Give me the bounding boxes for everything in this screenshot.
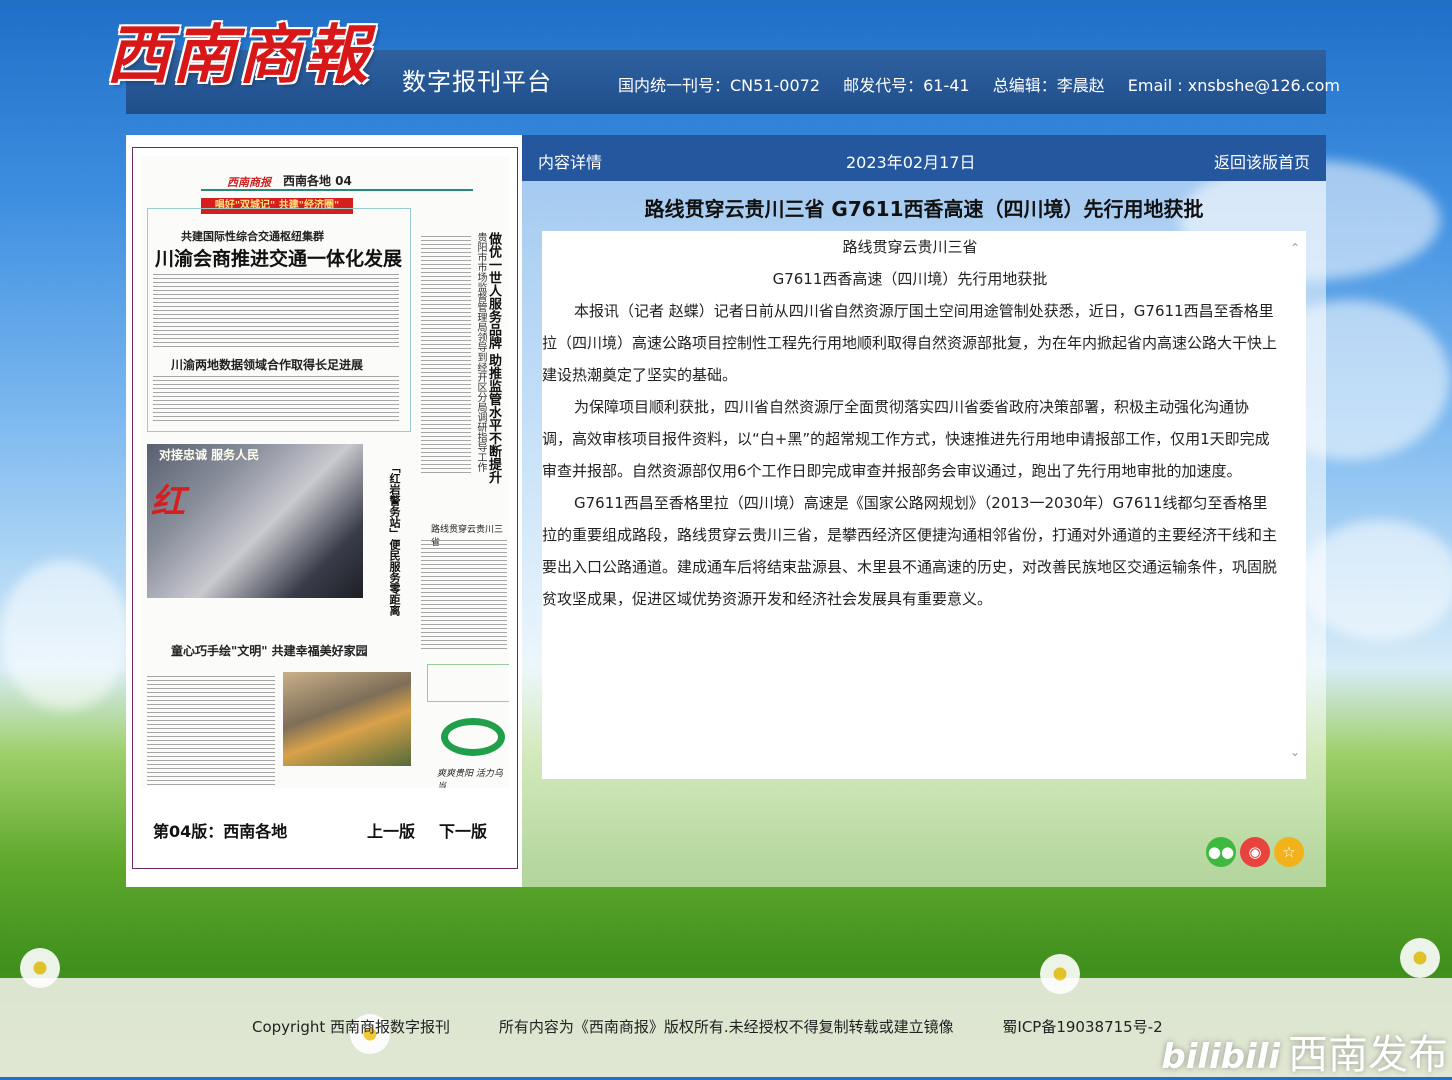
site-logo[interactable]: 西南商報 [106,10,386,102]
paper-photo-side: 「红岩警务站」便民服务零距离 [388,462,401,616]
detail-bar: 内容详情 2023年02月17日 返回该版首页 [522,135,1326,181]
logo-text: 西南商報 [106,18,370,93]
star-icon: ☆ [1282,843,1296,861]
article-paragraph: G7611西昌至香格里拉（四川境）高速是《国家公路网规划》（2013一2030年… [542,494,1278,608]
article-title: 路线贯穿云贵川三省 G7611西香高速（四川境）先行用地获批 [644,197,1204,221]
copyright-text: Copyright 西南商报数字报刊 [252,1018,451,1036]
paper-photo [283,672,411,766]
newspaper-page-image[interactable]: 西南商报 西南各地 04 唱好"双城记" 共建"经济圈" 共建国际性综合交通枢纽… [141,156,509,788]
scroll-down-icon[interactable]: ⌄ [1290,745,1300,759]
icp-text[interactable]: 蜀ICP备19038715号-2 [1002,1018,1162,1036]
paper-section: 西南各地 04 [283,174,352,188]
back-to-page-link[interactable]: 返回该版首页 [1214,149,1310,173]
paper-vertical-headline: 做优一世人服务品牌 助推监管水平不断提升 [486,232,501,484]
article-paragraph: 本报讯（记者 赵蝶）记者日前从四川省自然资源厅国土空间用途管制处获悉，近日，G7… [542,302,1278,384]
paper-photo-red-text: 红 [151,482,185,522]
daisy-decoration [1040,954,1080,994]
paper-rule [201,189,473,191]
paper-headline2: 川渝两地数据领域合作取得长足进展 [171,358,364,372]
platform-name: 数字报刊平台 [402,68,552,96]
email-text: Email : xnsbshe@126.com [1127,76,1340,95]
footer-text: Copyright 西南商报数字报刊 所有内容为《西南商报》版权所有.未经授权不… [252,1016,1207,1037]
watermark: bilibili 西南发布 [1161,1022,1448,1080]
paper-vertical-sub: 贵阳市市场监督管理局领导到经开区分局调研指导工作 [475,232,486,472]
paper-headline1-sub: 共建国际性综合交通枢纽集群 [181,230,324,243]
wechat-share-button[interactable]: ●● [1206,837,1236,867]
paper-text-block [153,376,399,422]
issue-date: 2023年02月17日 [846,153,976,172]
daisy-decoration [1400,938,1440,978]
postal-code-text: 邮发代号：61-41 [843,76,970,95]
paper-ad-box [427,664,509,702]
watermark-channel: 西南发布 [1288,1032,1448,1078]
issn-text: 国内统一刊号：CN51-0072 [618,76,820,95]
next-page-link[interactable]: 下一版 [439,818,487,842]
weibo-icon: ◉ [1248,843,1262,861]
paper-ad-logo [441,718,505,756]
paper-slogan: 爽爽贵阳 活力乌当 [437,769,503,788]
rights-text: 所有内容为《西南商报》版权所有.未经授权不得复制转载或建立镜像 [498,1018,954,1036]
paper-nav: 第04版：西南各地 上一版 下一版 [133,808,517,848]
header-info: 国内统一刊号：CN51-0072 邮发代号：61-41 总编辑：李晨赵 Emai… [618,72,1358,96]
scroll-up-icon[interactable]: ⌃ [1290,241,1300,255]
bilibili-logo: bilibili [1161,1037,1280,1077]
article-subtitle-2: G7611西香高速（四川境）先行用地获批 [772,270,1048,288]
cloud [0,560,130,710]
paper-headline1: 川渝会商推进交通一体化发展 [155,248,403,270]
favorite-button[interactable]: ☆ [1274,837,1304,867]
paper-masthead: 西南商报 [227,176,271,189]
article-subtitle-1: 路线贯穿云贵川三省 [842,238,978,256]
article-panel: 内容详情 2023年02月17日 返回该版首页 路线贯穿云贵川三省 G7611西… [522,135,1326,887]
editor-text: 总编辑：李晨赵 [992,76,1105,95]
article-paragraph: 为保障项目顺利获批，四川省自然资源厅全面贯彻落实四川省委省政府决策部署，积极主动… [542,398,1270,480]
prev-page-link[interactable]: 上一版 [367,818,415,842]
paper-text-block [421,236,471,476]
paper-text-block [421,540,507,652]
wechat-icon: ●● [1207,843,1235,861]
paper-text-block [153,274,399,348]
detail-label: 内容详情 [538,153,603,172]
paper-photo-caption: 对接忠诚 服务人民 [159,448,260,462]
edition-label: 第04版：西南各地 [153,822,288,841]
paper-frame: 西南商报 西南各地 04 唱好"双城记" 共建"经济圈" 共建国际性综合交通枢纽… [132,147,518,869]
paper-headline3: 童心巧手绘"文明" 共建幸福美好家园 [171,644,368,658]
newspaper-panel: 西南商报 西南各地 04 唱好"双城记" 共建"经济圈" 共建国际性综合交通枢纽… [126,135,522,887]
paper-text-block [147,676,275,786]
article-scroll-box[interactable]: 路线贯穿云贵川三省 G7611西香高速（四川境）先行用地获批 本报讯（记者 赵蝶… [542,231,1306,779]
daisy-decoration [20,948,60,988]
weibo-share-button[interactable]: ◉ [1240,837,1270,867]
article-body: 路线贯穿云贵川三省 G7611西香高速（四川境）先行用地获批 本报讯（记者 赵蝶… [542,231,1284,779]
